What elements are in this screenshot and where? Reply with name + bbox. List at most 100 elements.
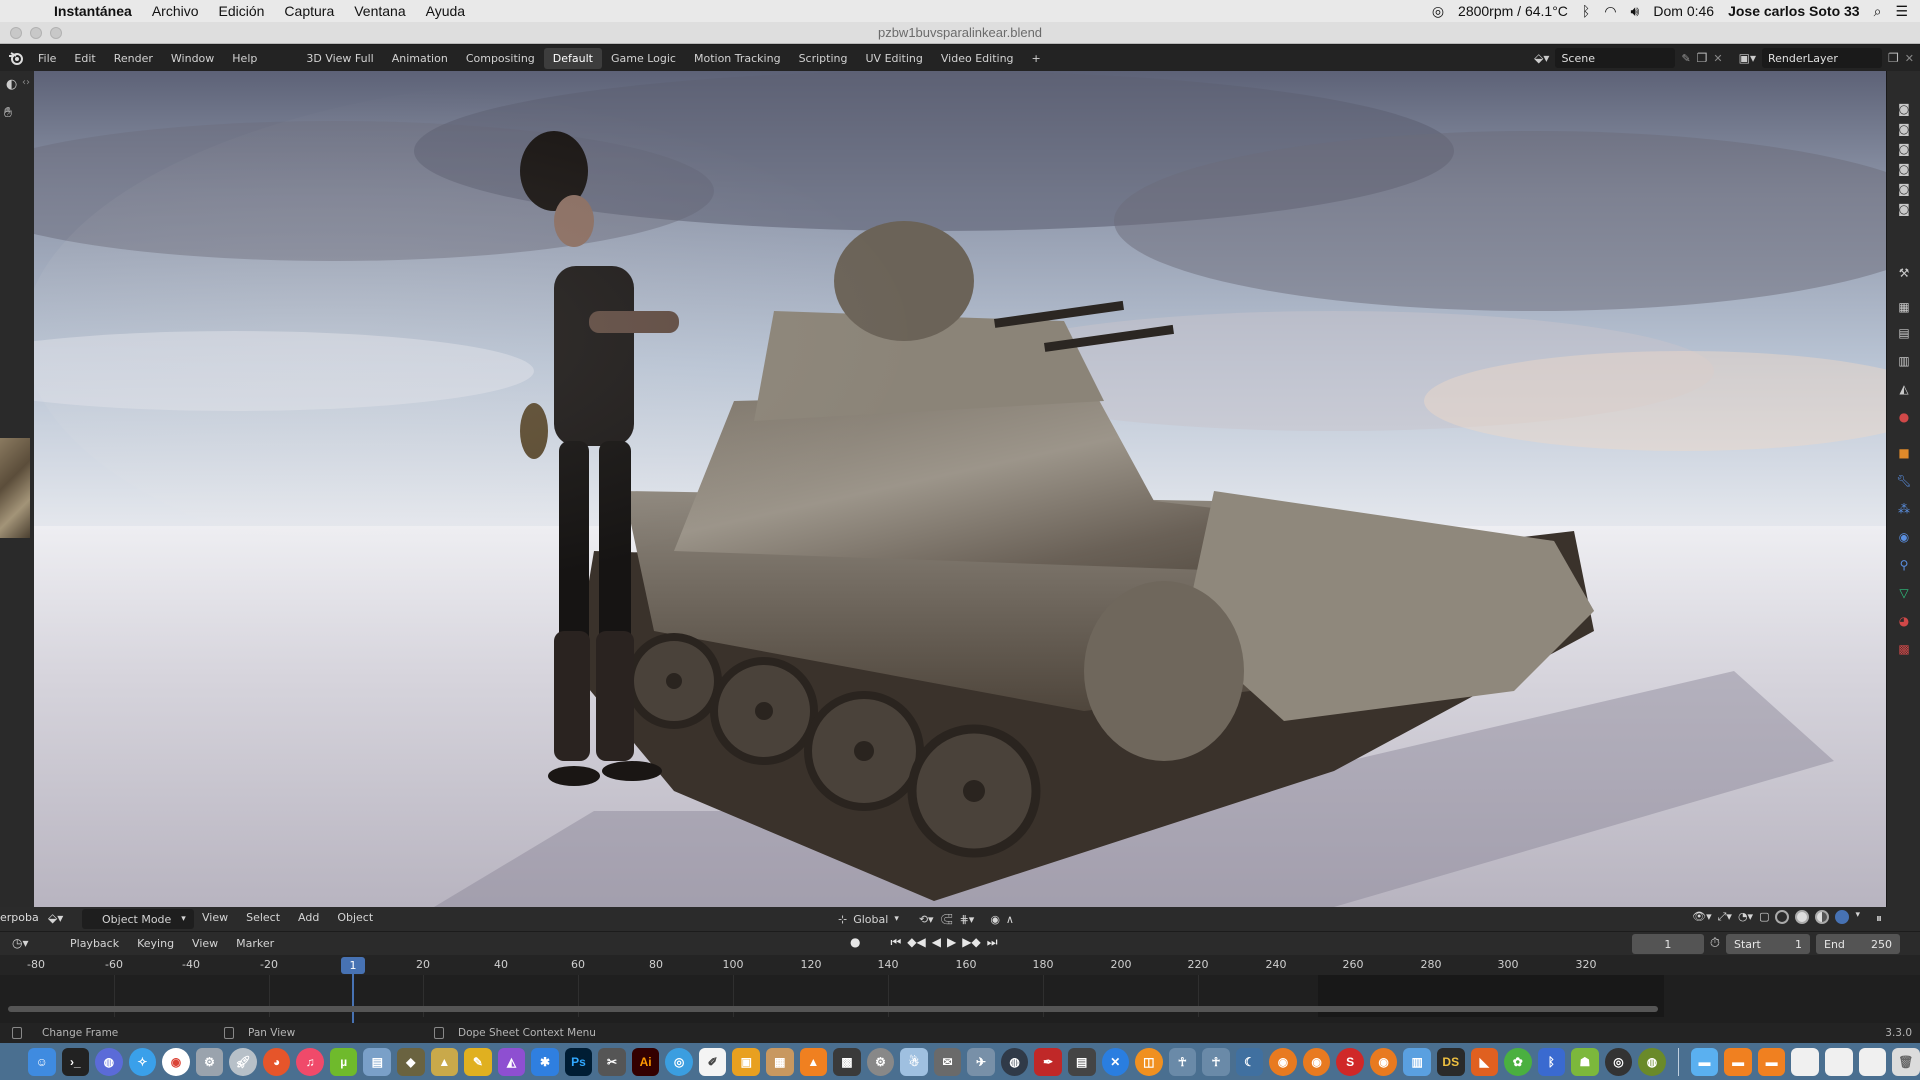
scene-tab-icon[interactable]: ◭ xyxy=(1896,381,1912,397)
app-orange-icon[interactable]: ◣ xyxy=(1470,1047,1499,1076)
mail-icon[interactable]: ✉ xyxy=(933,1047,962,1076)
xcode-icon[interactable]: ✕ xyxy=(1101,1047,1130,1076)
texture-checker-icon[interactable]: ▩ xyxy=(1896,641,1912,657)
zoom-window-button[interactable] xyxy=(50,27,62,39)
shoe-app-icon[interactable]: ☾ xyxy=(1235,1047,1264,1076)
books-icon[interactable]: ◫ xyxy=(1135,1047,1163,1076)
notification-center-icon[interactable]: ☰ xyxy=(1895,3,1908,20)
safari-icon[interactable]: ✧ xyxy=(128,1047,157,1076)
plane-app-icon[interactable]: ✈ xyxy=(967,1047,995,1076)
fan-readout[interactable]: 2800rpm / 64.1°C xyxy=(1458,3,1568,19)
earth-icon[interactable]: ◍ xyxy=(1000,1047,1029,1076)
spotlight-icon[interactable]: ⌕ xyxy=(1874,3,1882,20)
photoshop-icon[interactable]: Ps xyxy=(564,1047,593,1076)
downloads-folder-icon[interactable]: ▬ xyxy=(1724,1047,1752,1076)
material-icon[interactable]: ◕ xyxy=(1896,613,1912,629)
bluetooth-icon[interactable]: ᛒ xyxy=(1582,3,1590,19)
trash-icon[interactable]: 🗑︎ xyxy=(1892,1047,1920,1076)
expand-arrows-icon[interactable]: ‹› xyxy=(22,77,30,88)
menu-keying[interactable]: Keying xyxy=(137,937,174,950)
menu-window[interactable]: Window xyxy=(171,52,214,65)
app-name-menu[interactable]: Instantánea xyxy=(54,3,132,19)
browser-icon[interactable]: ◎ xyxy=(665,1047,693,1076)
camera-icon[interactable]: ◙ xyxy=(1896,201,1912,217)
add-workspace-button[interactable]: + xyxy=(1023,48,1050,69)
tab-game-logic[interactable]: Game Logic xyxy=(602,48,685,69)
android-icon[interactable]: ☗ xyxy=(1571,1047,1599,1076)
new-scene-icon[interactable]: ❐ xyxy=(1697,51,1708,65)
bluetooth-dock-icon[interactable]: ᛒ xyxy=(1537,1047,1566,1076)
disc-app-icon[interactable]: ◎ xyxy=(1604,1047,1633,1076)
menu-add[interactable]: Add xyxy=(298,911,319,924)
pin-scene-icon[interactable]: ✎ xyxy=(1681,52,1690,65)
appstore-icon[interactable]: ✱ xyxy=(531,1047,559,1076)
new-view-layer-icon[interactable]: ❐ xyxy=(1888,51,1899,65)
daz-studio-icon[interactable]: DS xyxy=(1436,1047,1465,1076)
object-mode-dropdown[interactable]: Object Mode ▾ xyxy=(82,909,194,929)
hand-pan-icon[interactable]: ✋︎ xyxy=(4,105,12,121)
itunes-icon[interactable]: ♫ xyxy=(296,1047,324,1076)
falloff-icon[interactable]: ∧ xyxy=(1006,913,1014,926)
jump-end-icon[interactable]: ⏭︎ xyxy=(987,935,998,950)
tab-default[interactable]: Default xyxy=(543,47,602,69)
current-frame-field[interactable]: 1 xyxy=(1631,934,1704,954)
camera-icon[interactable]: ◙ xyxy=(1896,141,1912,157)
start-frame-field[interactable]: Start 1 xyxy=(1726,934,1810,954)
scene-selector-icon[interactable]: ⬙▾ xyxy=(1534,51,1549,65)
menu-ventana[interactable]: Ventana xyxy=(354,3,405,19)
blender-logo-icon[interactable] xyxy=(6,48,26,68)
tab-scripting[interactable]: Scripting xyxy=(790,48,857,69)
modifier-wrench-icon[interactable]: 🔧︎ xyxy=(1896,473,1912,489)
view-layer-field[interactable]: RenderLayer xyxy=(1762,48,1883,68)
playhead-marker[interactable]: 1 xyxy=(341,957,365,974)
prev-keyframe-icon[interactable]: ◆◀ xyxy=(907,935,925,950)
overlay-icon[interactable]: ◔▾ xyxy=(1738,910,1753,924)
illustrator-icon[interactable]: Ai xyxy=(631,1047,660,1076)
rendered-shading-button[interactable] xyxy=(1835,910,1850,924)
file-icon[interactable] xyxy=(1791,1047,1819,1076)
documents-folder-icon[interactable]: ▬ xyxy=(1757,1047,1786,1076)
minimize-window-button[interactable] xyxy=(30,27,42,39)
view-layer-icon[interactable]: ▣▾ xyxy=(1739,51,1756,65)
activity-icon[interactable]: ▤ xyxy=(1067,1047,1096,1076)
affinity-icon[interactable]: ◭ xyxy=(497,1047,526,1076)
pinwheel-icon[interactable]: ✿ xyxy=(1504,1047,1532,1076)
snap-icon[interactable]: 🧲︎ xyxy=(940,913,954,926)
preview-icon[interactable]: ▤ xyxy=(363,1047,392,1076)
data-triangle-icon[interactable]: ▽ xyxy=(1896,585,1912,601)
wireframe-shading-button[interactable] xyxy=(1775,910,1790,924)
blender-dock-icon[interactable]: ◉ xyxy=(1269,1047,1297,1076)
menu-playback[interactable]: Playback xyxy=(70,937,119,950)
world-app-icon[interactable]: ◍ xyxy=(1638,1047,1666,1076)
tab-uv-editing[interactable]: UV Editing xyxy=(857,48,932,69)
draw-app-icon[interactable]: ✎ xyxy=(464,1047,492,1076)
menu-captura[interactable]: Captura xyxy=(284,3,334,19)
render-icon[interactable]: ▦ xyxy=(1896,299,1912,315)
clock[interactable]: Dom 0:46 xyxy=(1653,3,1714,19)
notes-icon[interactable]: ✐ xyxy=(698,1047,727,1076)
menu-select[interactable]: Select xyxy=(246,911,280,924)
volume-icon[interactable]: 🔊︎ xyxy=(1631,3,1640,20)
substance-icon[interactable]: S xyxy=(1336,1047,1364,1076)
gizmo-icon[interactable]: ⤢▾ xyxy=(1718,910,1732,924)
photos-icon[interactable]: ▩ xyxy=(833,1047,861,1076)
tab-video-editing[interactable]: Video Editing xyxy=(932,48,1023,69)
delete-scene-icon[interactable]: ✕ xyxy=(1713,52,1722,65)
menu-edicion[interactable]: Edición xyxy=(219,3,265,19)
menu-timeline-view[interactable]: View xyxy=(192,937,218,950)
file-3-icon[interactable] xyxy=(1858,1047,1887,1076)
figure-app-2-icon[interactable]: ☥ xyxy=(1202,1047,1230,1076)
camera-icon[interactable]: ◙ xyxy=(1896,101,1912,117)
snap-target-icon[interactable]: ⋕▾ xyxy=(960,913,975,926)
proportional-edit-icon[interactable]: ◉ xyxy=(990,913,1000,926)
siri-icon[interactable]: ◍ xyxy=(95,1047,123,1076)
tool-icon[interactable]: ⚒ xyxy=(1896,265,1912,281)
apple-icon[interactable] xyxy=(18,0,40,22)
user-name[interactable]: Jose carlos Soto 33 xyxy=(1728,3,1860,19)
menu-file[interactable]: File xyxy=(38,52,56,65)
archive-icon[interactable]: ▦ xyxy=(766,1047,794,1076)
tab-3d-view-full[interactable]: 3D View Full xyxy=(297,48,382,69)
menu-render[interactable]: Render xyxy=(114,52,153,65)
tab-motion-tracking[interactable]: Motion Tracking xyxy=(685,48,790,69)
next-keyframe-icon[interactable]: ▶◆ xyxy=(962,935,980,950)
